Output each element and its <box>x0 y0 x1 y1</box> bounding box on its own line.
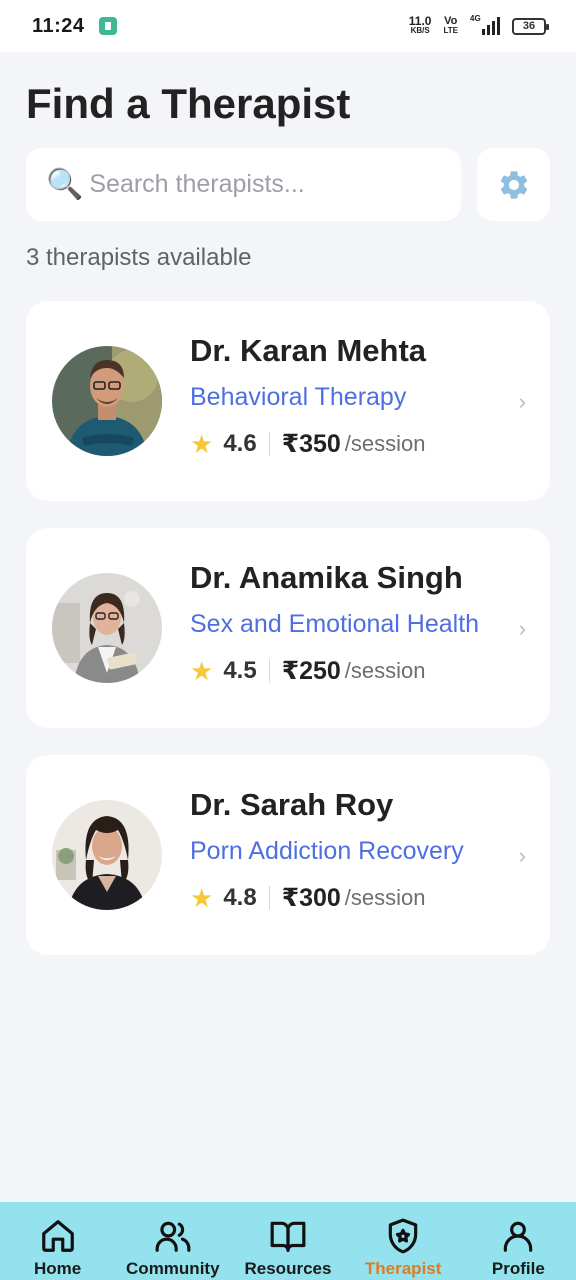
price-unit: /session <box>344 658 426 683</box>
divider <box>268 886 270 910</box>
divider <box>268 659 270 683</box>
rating: 4.8 <box>223 884 257 911</box>
nav-label: Community <box>126 1259 220 1278</box>
nav-label: Therapist <box>364 1259 442 1278</box>
net-speed-unit: KB/S <box>410 26 430 35</box>
therapist-card[interactable]: Dr. Karan Mehta Behavioral Therapy ★ 4.6… <box>26 301 550 501</box>
nav-item-profile[interactable]: Profile <box>463 1216 573 1279</box>
shield-star-icon <box>383 1216 423 1256</box>
users-icon <box>153 1216 193 1256</box>
bottom-nav: Home Community Resources Therapist Profi… <box>0 1202 576 1280</box>
avatar <box>52 573 162 683</box>
price: ₹250 <box>281 657 341 685</box>
star-icon: ★ <box>190 656 214 686</box>
filter-settings-button[interactable] <box>477 148 550 221</box>
net-speed: 11.0 KB/S <box>408 14 432 35</box>
price: ₹350 <box>281 430 341 458</box>
avatar <box>52 346 162 456</box>
nav-label: Resources <box>244 1259 332 1278</box>
therapist-meta: ★ 4.8 ₹300 /session <box>190 883 426 913</box>
star-icon: ★ <box>190 429 214 459</box>
chevron-right-icon: › <box>518 389 526 414</box>
divider <box>268 432 270 456</box>
therapist-name: Dr. Anamika Singh <box>190 560 463 595</box>
therapist-name: Dr. Karan Mehta <box>190 333 427 368</box>
therapist-card[interactable]: Dr. Sarah Roy Porn Addiction Recovery ★ … <box>26 755 550 955</box>
therapist-specialty: Behavioral Therapy <box>190 383 407 411</box>
therapist-specialty: Porn Addiction Recovery <box>190 837 464 865</box>
nav-label: Home <box>33 1259 82 1278</box>
star-icon: ★ <box>190 883 214 913</box>
chevron-right-icon: › <box>518 843 526 868</box>
results-count: 3 therapists available <box>26 244 252 271</box>
search-icon: 🔍 <box>46 168 84 201</box>
therapist-specialty: Sex and Emotional Health <box>190 610 480 638</box>
therapist-meta: ★ 4.6 ₹350 /session <box>190 429 426 459</box>
vpn-icon <box>98 17 117 35</box>
status-time: 11:24 <box>32 14 85 37</box>
price-unit: /session <box>344 431 426 456</box>
nav-item-community[interactable]: Community <box>118 1216 228 1279</box>
nav-item-resources[interactable]: Resources <box>233 1216 343 1279</box>
avatar <box>52 800 162 910</box>
status-right: 11.0 KB/S Vo LTE 4G 36 <box>408 14 549 36</box>
battery-level: 36 <box>522 20 536 32</box>
therapist-card[interactable]: Dr. Anamika Singh Sex and Emotional Heal… <box>26 528 550 728</box>
network-type: 4G <box>470 14 481 23</box>
rating: 4.6 <box>223 430 257 457</box>
status-bar: 11:24 11.0 KB/S Vo LTE 4G 36 <box>0 0 576 52</box>
search-input[interactable] <box>89 170 450 199</box>
volte-bottom: LTE <box>443 26 458 35</box>
status-left: 11:24 <box>32 15 117 38</box>
battery-icon: 36 <box>512 17 549 35</box>
page-title: Find a Therapist <box>26 80 351 127</box>
chevron-right-icon: › <box>518 616 526 641</box>
volte-indicator: Vo LTE <box>443 15 458 36</box>
therapist-meta: ★ 4.5 ₹250 /session <box>190 656 426 686</box>
search-box[interactable]: 🔍 <box>26 148 461 221</box>
signal-icon: 4G <box>470 14 500 35</box>
price: ₹300 <box>281 884 341 912</box>
nav-label: Profile <box>491 1259 545 1278</box>
nav-item-therapist[interactable]: Therapist <box>348 1216 458 1279</box>
net-speed-value: 11.0 <box>408 14 432 28</box>
price-unit: /session <box>344 885 426 910</box>
therapist-name: Dr. Sarah Roy <box>190 787 394 822</box>
rating: 4.5 <box>223 657 257 684</box>
person-icon <box>498 1216 538 1256</box>
home-icon <box>38 1216 78 1256</box>
nav-item-home[interactable]: Home <box>3 1216 113 1279</box>
book-icon <box>268 1216 308 1256</box>
gear-icon <box>500 170 527 199</box>
volte-top: Vo <box>444 15 458 27</box>
